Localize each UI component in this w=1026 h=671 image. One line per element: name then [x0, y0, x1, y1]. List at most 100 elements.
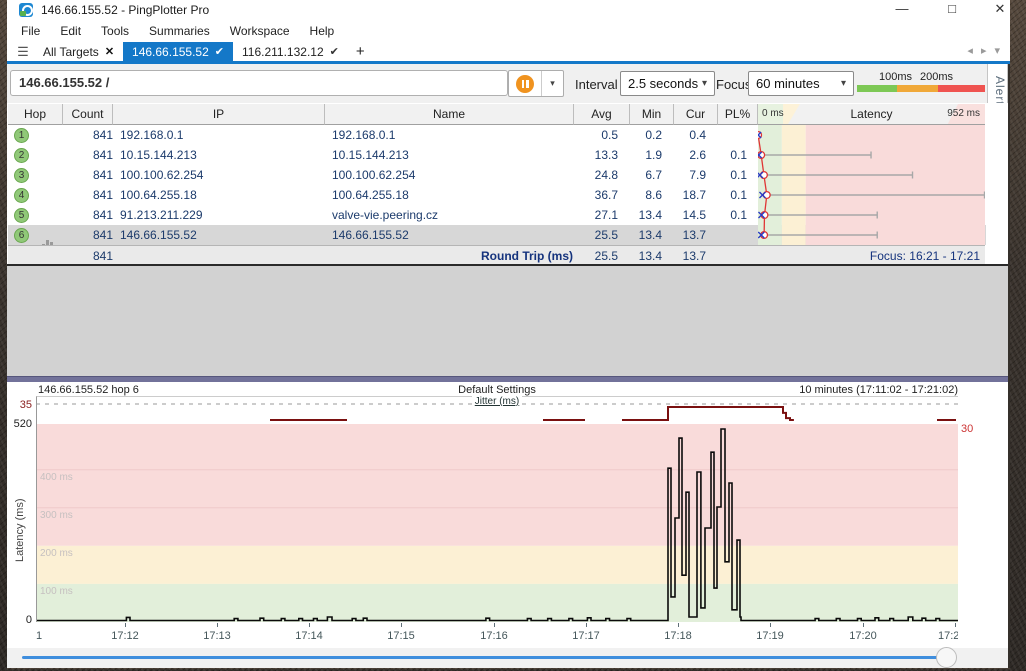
menu-icon[interactable]: ☰ — [12, 42, 34, 61]
legend-red-bar — [938, 85, 985, 92]
menu-edit[interactable]: Edit — [50, 20, 91, 42]
zone-label-400: 400 ms — [40, 472, 73, 483]
legend-orange-bar — [897, 85, 938, 92]
col-header-cur[interactable]: Cur — [674, 104, 718, 125]
legend-green-bar — [857, 85, 897, 92]
pl-cell: 0.1 — [718, 205, 747, 225]
interval-label: Interval — [575, 77, 618, 92]
avg-cell: 27.1 — [574, 205, 618, 225]
cur-cell: 2.6 — [674, 145, 706, 165]
tab-all-targets[interactable]: All Targets ✕ — [34, 42, 123, 61]
scrollbar-thumb[interactable] — [936, 647, 957, 668]
col-header-min[interactable]: Min — [630, 104, 674, 125]
hop-badge: 3 — [14, 168, 29, 183]
min-cell: 6.7 — [630, 165, 662, 185]
hop-badge: 6 — [14, 228, 29, 243]
axis-tick — [494, 623, 495, 627]
pl-cell: 0.1 — [718, 165, 747, 185]
col-header-latency[interactable]: 0 ms Latency 952 ms — [758, 104, 985, 125]
latency-max-label: 952 ms — [947, 104, 980, 124]
menu-help[interactable]: Help — [300, 20, 345, 42]
menu-tools[interactable]: Tools — [91, 20, 139, 42]
axis-tick — [125, 623, 126, 627]
name-cell: 146.66.155.52 — [332, 225, 409, 245]
name-cell: 100.100.62.254 — [332, 165, 415, 185]
hop-badge: 4 — [14, 188, 29, 203]
name-cell: 192.168.0.1 — [332, 125, 395, 145]
target-address-input[interactable]: 146.66.155.52 / — [10, 70, 508, 96]
menu-file[interactable]: File — [11, 20, 50, 42]
col-header-avg[interactable]: Avg — [574, 104, 630, 125]
tab-scroll-arrows[interactable]: ◂▸▾ — [967, 44, 1008, 57]
axis-tick — [770, 623, 771, 627]
pause-icon — [516, 75, 534, 93]
tab-146-66-155-52[interactable]: 146.66.155.52 ✔ — [123, 42, 233, 61]
hop-badge: 2 — [14, 148, 29, 163]
tab-inactive-label: 116.211.132.12 — [242, 45, 324, 59]
scrollbar-track[interactable] — [22, 656, 938, 659]
x-tick-label: 17:18 — [656, 630, 700, 642]
round-trip-label: Round Trip (ms) — [388, 246, 573, 266]
focus-value: 60 minutes — [756, 76, 820, 91]
x-tick-label: 17:13 — [195, 630, 239, 642]
x-tick-label: 17:14 — [287, 630, 331, 642]
min-cell: 8.6 — [630, 185, 662, 205]
app-logo-icon — [19, 3, 33, 17]
x-tick-label: 17:17 — [564, 630, 608, 642]
zone-label-200: 200 ms — [40, 548, 73, 559]
timeline-range-label: 10 minutes (17:11:02 - 17:21:02) — [700, 384, 958, 396]
x-tick-label: 17:16 — [472, 630, 516, 642]
title-bar: 146.66.155.52 - PingPlotter Pro — □ ✕ — [7, 0, 1010, 20]
pause-button[interactable] — [509, 71, 542, 96]
x-tick-label: 17:20 — [841, 630, 885, 642]
latency-axis-title: Latency (ms) — [14, 470, 28, 590]
interval-select[interactable]: 2.5 seconds ▾ — [620, 71, 715, 96]
close-tab-icon[interactable]: ✕ — [105, 45, 114, 58]
menu-workspace[interactable]: Workspace — [220, 20, 300, 42]
footer-count: 841 — [63, 246, 113, 266]
ip-cell: 91.213.211.229 — [120, 205, 203, 225]
check-icon: ✔ — [330, 45, 339, 58]
col-header-hop[interactable]: Hop — [8, 104, 63, 125]
col-header-name[interactable]: Name — [325, 104, 574, 125]
col-header-count[interactable]: Count — [63, 104, 113, 125]
menu-summaries[interactable]: Summaries — [139, 20, 220, 42]
cur-cell: 0.4 — [674, 125, 706, 145]
ip-cell: 192.168.0.1 — [120, 125, 183, 145]
legend-100ms-label: 100ms — [879, 71, 912, 83]
latency-scale-label: 520 — [6, 418, 32, 430]
round-trip-row: 841 Round Trip (ms) 25.5 13.4 13.7 Focus… — [8, 245, 985, 266]
x-tick-label: 17:12 — [103, 630, 147, 642]
x-tick-label: 17:2 — [938, 630, 958, 642]
empty-hops-area — [7, 266, 1008, 376]
timeline-plot-border — [36, 424, 958, 622]
count-cell: 841 — [63, 185, 113, 205]
latency-min-label: 0 ms — [762, 104, 784, 124]
minimize-button[interactable]: — — [885, 0, 919, 18]
count-cell: 841 — [63, 205, 113, 225]
chevron-down-icon: ▾ — [841, 72, 846, 95]
add-tab-button[interactable]: + — [348, 42, 373, 61]
pl-cell — [718, 225, 747, 245]
pl-cell — [718, 125, 747, 145]
col-header-pl[interactable]: PL% — [718, 104, 758, 125]
pause-dropdown-button[interactable]: ▾ — [542, 71, 563, 96]
x-tick-label: 17:19 — [748, 630, 792, 642]
count-cell: 841 — [63, 165, 113, 185]
x-tick-label: 1 — [36, 630, 50, 642]
hop-badge: 5 — [14, 208, 29, 223]
col-header-ip[interactable]: IP — [113, 104, 325, 125]
zone-label-300: 300 ms — [40, 510, 73, 521]
check-icon: ✔ — [215, 45, 224, 58]
avg-cell: 24.8 — [574, 165, 618, 185]
footer-avg: 25.5 — [574, 246, 618, 266]
pl-cell: 0.1 — [718, 185, 747, 205]
focus-select[interactable]: 60 minutes ▾ — [748, 71, 854, 96]
maximize-button[interactable]: □ — [935, 0, 969, 18]
close-button[interactable]: ✕ — [983, 0, 1017, 18]
focus-label: Focus — [716, 77, 751, 92]
ip-cell: 100.100.62.254 — [120, 165, 203, 185]
cur-cell: 14.5 — [674, 205, 706, 225]
tab-116-211-132-12[interactable]: 116.211.132.12 ✔ — [233, 42, 348, 61]
axis-tick — [863, 623, 864, 627]
